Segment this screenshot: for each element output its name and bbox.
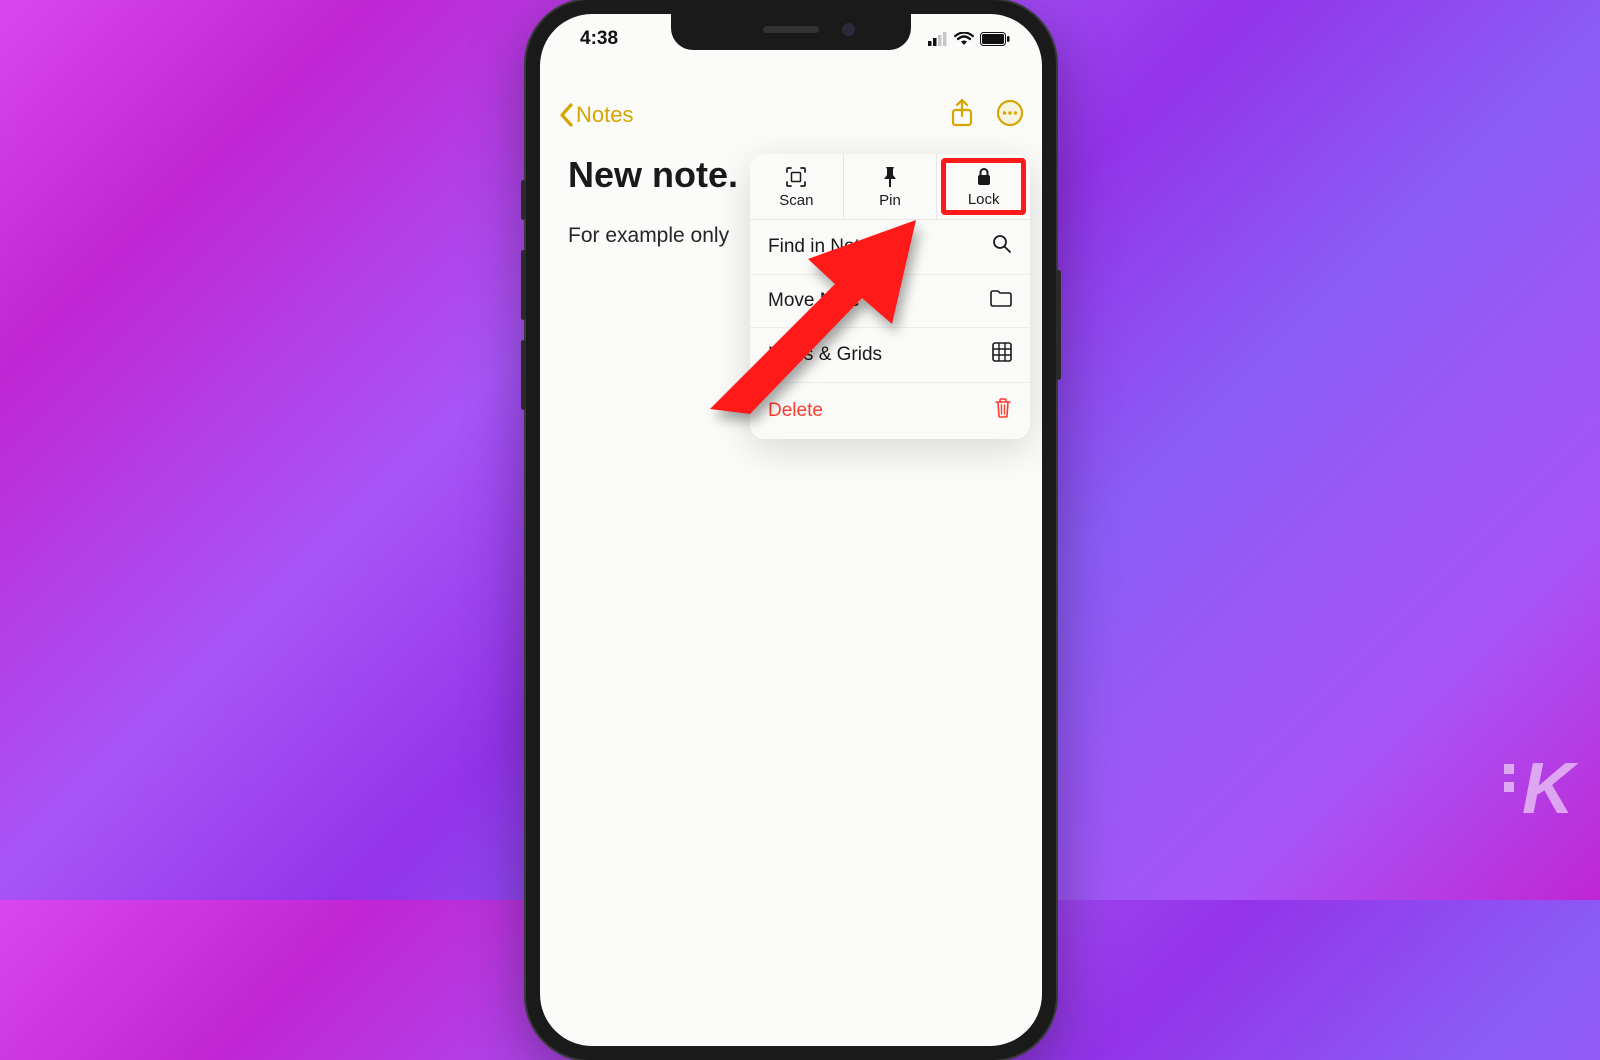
phone-frame: 4:38 Notes New note. For exampl bbox=[526, 0, 1056, 1060]
battery-icon bbox=[980, 32, 1010, 46]
ellipsis-circle-icon bbox=[996, 99, 1024, 127]
back-button[interactable]: Notes bbox=[558, 102, 633, 128]
chevron-left-icon bbox=[558, 103, 574, 127]
menu-delete-label: Delete bbox=[768, 400, 823, 422]
menu-move-button[interactable]: Move Note bbox=[750, 275, 1030, 328]
menu-pin-button[interactable]: Pin bbox=[844, 154, 938, 219]
back-label: Notes bbox=[576, 102, 633, 128]
menu-lines-label: Lines & Grids bbox=[768, 344, 882, 366]
phone-volume-down bbox=[521, 340, 526, 410]
share-button[interactable] bbox=[950, 98, 974, 133]
phone-screen: 4:38 Notes New note. For exampl bbox=[540, 14, 1042, 1046]
menu-scan-button[interactable]: Scan bbox=[750, 154, 844, 219]
menu-move-label: Move Note bbox=[768, 290, 860, 312]
scan-icon bbox=[785, 166, 807, 188]
status-time: 4:38 bbox=[580, 28, 618, 50]
folder-icon bbox=[990, 289, 1012, 313]
menu-find-button[interactable]: Find in Note bbox=[750, 220, 1030, 275]
phone-power-button bbox=[1056, 270, 1061, 380]
cellular-icon bbox=[928, 32, 948, 46]
context-menu: Scan Pin Lock Find in Note Mo bbox=[750, 154, 1030, 439]
status-icons bbox=[928, 32, 1010, 46]
nav-bar: Notes bbox=[540, 86, 1042, 144]
note-body[interactable]: For example only bbox=[568, 224, 729, 248]
menu-delete-button[interactable]: Delete bbox=[750, 383, 1030, 439]
phone-volume-up bbox=[521, 250, 526, 320]
menu-find-label: Find in Note bbox=[768, 236, 870, 258]
pin-icon bbox=[882, 166, 898, 188]
note-title[interactable]: New note. bbox=[568, 154, 738, 196]
menu-lock-button[interactable]: Lock bbox=[937, 154, 1030, 219]
trash-icon bbox=[994, 397, 1012, 425]
watermark-letter: K bbox=[1522, 748, 1574, 830]
wifi-icon bbox=[954, 32, 974, 46]
lock-highlight-box bbox=[941, 158, 1026, 215]
share-icon bbox=[950, 98, 974, 128]
search-icon bbox=[992, 234, 1012, 260]
menu-lines-button[interactable]: Lines & Grids bbox=[750, 328, 1030, 383]
phone-notch bbox=[671, 14, 911, 50]
phone-mute-switch bbox=[521, 180, 526, 220]
menu-pin-label: Pin bbox=[879, 192, 901, 209]
more-button[interactable] bbox=[996, 99, 1024, 132]
grid-icon bbox=[992, 342, 1012, 368]
watermark: K bbox=[1486, 748, 1574, 830]
watermark-dots-icon bbox=[1486, 764, 1514, 792]
menu-scan-label: Scan bbox=[779, 192, 813, 209]
